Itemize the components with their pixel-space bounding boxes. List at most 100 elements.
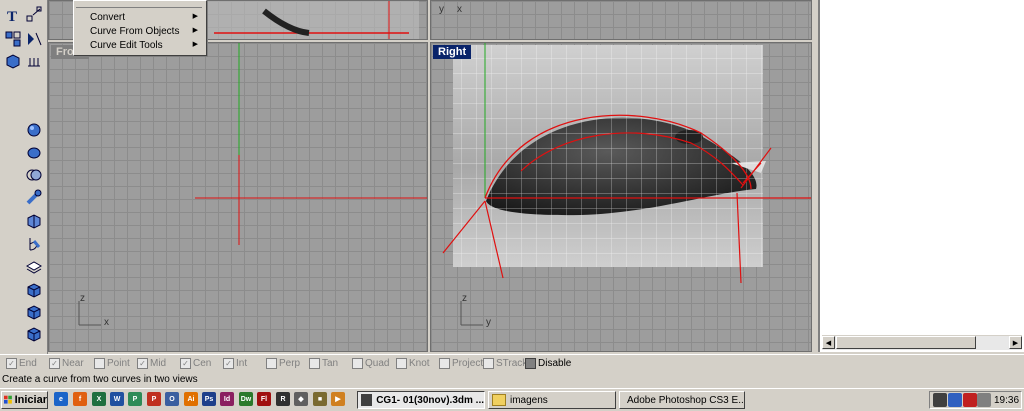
osnap-end[interactable]: ✓ End (6, 358, 37, 369)
checkbox-icon: ✓ (180, 358, 191, 369)
right-axis-z-label: z (462, 293, 467, 304)
scroll-left-icon[interactable]: ◀ (822, 336, 835, 349)
task-imagens[interactable]: imagens (488, 391, 616, 409)
checkbox-icon: ✓ (223, 358, 234, 369)
solid-box-3-icon[interactable] (24, 325, 44, 343)
osnap-int[interactable]: ✓ Int (223, 358, 247, 369)
osnap-tan[interactable]: Tan (309, 358, 338, 369)
checkbox-icon (525, 358, 536, 369)
ellipsoid-tool-icon[interactable] (24, 144, 44, 162)
mirror-tool-icon[interactable] (24, 30, 44, 48)
publisher-icon[interactable]: P (128, 392, 142, 406)
volume-icon[interactable] (977, 393, 991, 407)
scale-tool-icon[interactable] (24, 6, 44, 24)
revolve-tool-icon[interactable] (24, 235, 44, 253)
osnap-strack[interactable]: STrack (483, 358, 527, 369)
right-axis-y-label: y (486, 317, 491, 328)
solid-box-2-icon[interactable] (24, 303, 44, 321)
viewport-right[interactable]: Right z y (430, 42, 812, 352)
menu-item-curve-from-objects[interactable]: Curve From Objects ▶ (74, 26, 204, 39)
rhino-icon[interactable]: R (276, 392, 290, 406)
front-axis-x-label: x (104, 317, 109, 328)
menu-separator (76, 1, 202, 8)
left-toolbar: T (0, 0, 48, 355)
tray-icon-3[interactable] (963, 393, 977, 407)
submenu-arrow-icon: ▶ (192, 27, 198, 34)
status-text: Create a curve from two curves in two vi… (2, 374, 198, 385)
tray-icon-1[interactable] (933, 393, 947, 407)
checkbox-icon (94, 358, 105, 369)
task-rhino[interactable]: CG1- 01(30nov).3dm ... (357, 391, 485, 409)
start-button[interactable]: Iniciar (1, 391, 48, 409)
app2-icon[interactable]: ■ (313, 392, 327, 406)
checkbox-icon: ✓ (6, 358, 17, 369)
outlook-icon[interactable]: O (165, 392, 179, 406)
taskbar: Iniciar e f X W P P O Ai Ps Id Dw Fl R ◆… (0, 388, 1024, 411)
firefox-icon[interactable]: f (73, 392, 87, 406)
torus-tool-icon[interactable] (24, 166, 44, 184)
word-icon[interactable]: W (110, 392, 124, 406)
box-tool-icon[interactable] (3, 52, 23, 70)
app-icon[interactable]: ◆ (294, 392, 308, 406)
osnap-mid[interactable]: ✓ Mid (137, 358, 166, 369)
text-tool-icon[interactable]: T (3, 6, 23, 24)
osnap-bar: ✓ End ✓ Near Point ✓ Mid ✓ Cen ✓ Int Perp Tan… (0, 354, 1024, 373)
axis-x-label: x (457, 4, 462, 15)
dimension-tool-icon[interactable] (24, 52, 44, 70)
solid-box-icon[interactable] (24, 281, 44, 299)
svg-text:T: T (7, 9, 17, 24)
osnap-cen[interactable]: ✓ Cen (180, 358, 211, 369)
group-tool-icon[interactable] (3, 30, 23, 48)
osnap-perp[interactable]: Perp (266, 358, 300, 369)
status-bar: Create a curve from two curves in two vi… (0, 372, 1024, 388)
checkbox-icon (439, 358, 450, 369)
system-tray: 19:36 (929, 391, 1022, 409)
excel-icon[interactable]: X (92, 392, 106, 406)
rhino-task-icon (361, 394, 373, 406)
pipe-tool-icon[interactable] (24, 189, 44, 207)
viewport-top-right[interactable]: y x (430, 0, 812, 40)
extrude-tool-icon[interactable] (24, 212, 44, 230)
checkbox-icon: ✓ (137, 358, 148, 369)
menu-item-curve-edit-tools[interactable]: Curve Edit Tools ▶ (74, 40, 204, 53)
right-side-panel: ◀ ▶ (818, 0, 1024, 352)
axis-y-label: y (439, 4, 444, 15)
osnap-quad[interactable]: Quad (352, 358, 389, 369)
photoshop-icon[interactable]: Ps (202, 392, 216, 406)
illustrator-icon[interactable]: Ai (184, 392, 198, 406)
front-axis-z-label: z (80, 293, 85, 304)
clock: 19:36 (994, 395, 1020, 406)
checkbox-icon (483, 358, 494, 369)
task-photoshop[interactable]: Adobe Photoshop CS3 E... (619, 391, 745, 409)
checkbox-icon (352, 358, 363, 369)
ie-icon[interactable]: e (54, 392, 68, 406)
checkbox-icon: ✓ (49, 358, 60, 369)
right-view-mouse-image (442, 43, 811, 326)
powerpoint-icon[interactable]: P (147, 392, 161, 406)
submenu-arrow-icon: ▶ (192, 13, 198, 20)
dreamweaver-icon[interactable]: Dw (239, 392, 253, 406)
viewport-label-right[interactable]: Right (433, 45, 472, 59)
menu-item-convert[interactable]: Convert ▶ (74, 12, 204, 25)
front-axes (78, 43, 427, 326)
checkbox-icon (266, 358, 277, 369)
folder-icon (492, 394, 506, 406)
scroll-thumb[interactable] (836, 336, 976, 349)
osnap-project[interactable]: Project (439, 358, 483, 369)
osnap-knot[interactable]: Knot (396, 358, 430, 369)
osnap-disable[interactable]: Disable (525, 358, 571, 369)
indesign-icon[interactable]: Id (220, 392, 234, 406)
checkbox-icon (396, 358, 407, 369)
viewport-front[interactable]: Front z x (48, 42, 428, 352)
scroll-right-icon[interactable]: ▶ (1009, 336, 1022, 349)
layer-tool-icon[interactable] (24, 258, 44, 276)
osnap-point[interactable]: Point (94, 358, 130, 369)
horizontal-scrollbar[interactable]: ◀ ▶ (822, 335, 1022, 350)
flash-icon[interactable]: Fl (257, 392, 271, 406)
checkbox-icon (309, 358, 320, 369)
media-icon[interactable]: ▶ (331, 392, 345, 406)
submenu-arrow-icon: ▶ (192, 41, 198, 48)
sphere-tool-icon[interactable] (24, 121, 44, 139)
osnap-near[interactable]: ✓ Near (49, 358, 84, 369)
tray-icon-2[interactable] (948, 393, 962, 407)
